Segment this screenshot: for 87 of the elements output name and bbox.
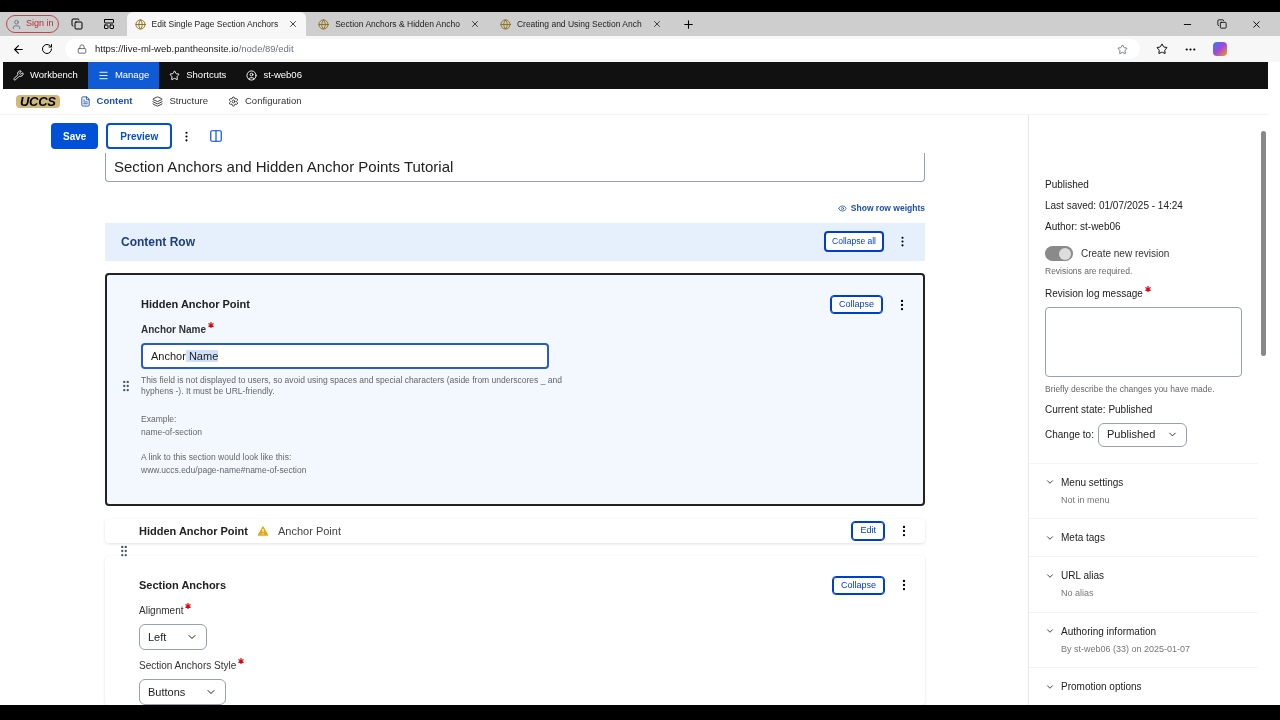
- close-tab-icon[interactable]: [651, 19, 662, 29]
- link-hint: A link to this section would look like this:: [141, 450, 293, 464]
- uccs-logo[interactable]: UCCS: [16, 95, 60, 108]
- revision-log-textarea[interactable]: [1045, 306, 1242, 377]
- gear-icon: [228, 96, 239, 107]
- paragraph-title: Section Anchors: [139, 578, 226, 593]
- chevron-down-icon: [1045, 477, 1055, 487]
- section-summary: By st-web06 (33) on 2025-01-07: [1061, 642, 1192, 656]
- save-button[interactable]: Save: [51, 123, 99, 149]
- chevron-down-icon: [1045, 626, 1055, 636]
- section-toggle[interactable]: Menu settings: [1045, 474, 1242, 490]
- content-row-title: Content Row: [121, 233, 195, 251]
- star-icon[interactable]: [1117, 43, 1128, 55]
- toggle-label: Create new revision: [1081, 247, 1170, 261]
- section-toggle[interactable]: Authoring information: [1045, 623, 1242, 639]
- user-icon: [246, 70, 258, 81]
- layers-icon: [152, 96, 164, 107]
- section-summary: No alias: [1061, 587, 1095, 600]
- log-label: Revision log message: [1045, 285, 1242, 301]
- toolbar-tab[interactable]: Shortcuts: [159, 62, 237, 89]
- collapse-button[interactable]: Collapse: [831, 575, 885, 595]
- tab-title: Section Anchors & Hidden Ancho: [335, 17, 460, 31]
- toolbar-tab[interactable]: Workbench: [3, 62, 88, 89]
- paragraph-title: Hidden Anchor Point: [141, 297, 250, 313]
- eye-icon: [837, 203, 847, 213]
- log-description: Briefly describe the changes you have made.: [1045, 382, 1216, 396]
- star-icon: [169, 70, 181, 81]
- document-icon: [79, 96, 91, 107]
- tab-actions-icon[interactable]: [102, 18, 115, 30]
- field-label: Section Anchors Style: [139, 658, 891, 673]
- wrench-icon: [13, 70, 24, 81]
- browser-tab[interactable]: Edit Single Page Section Anchors: [126, 12, 307, 36]
- show-row-weights-link[interactable]: Show row weights: [837, 202, 925, 215]
- tab-title: Creating and Using Section Anch: [516, 17, 642, 31]
- nav-tab[interactable]: Structure: [152, 94, 208, 109]
- collapse-button[interactable]: Collapse: [829, 294, 883, 315]
- revision-toggle[interactable]: [1045, 246, 1073, 261]
- user-icon: [11, 18, 22, 30]
- example-text: name-of-section: [141, 426, 203, 439]
- sidebar-toggle-icon[interactable]: [209, 129, 224, 143]
- section-toggle[interactable]: Meta tags: [1045, 530, 1242, 545]
- title-field[interactable]: Section Anchors and Hidden Anchor Points Tutorial: [105, 153, 925, 182]
- browser-tab[interactable]: Section Anchors & Hidden Ancho: [310, 12, 488, 36]
- collections-icon[interactable]: [70, 18, 83, 30]
- tab-title: Edit Single Page Section Anchors: [151, 17, 279, 31]
- back-icon[interactable]: [12, 42, 25, 56]
- globe-icon: [134, 18, 146, 30]
- status-text: Published: [1045, 178, 1090, 192]
- author-text: Author: st-web06: [1045, 220, 1122, 234]
- collapse-all-button[interactable]: Collapse all: [824, 231, 884, 253]
- reload-icon[interactable]: [41, 43, 53, 55]
- restore-icon[interactable]: [1217, 18, 1227, 29]
- example-label: Example:: [141, 413, 178, 426]
- browser-tab[interactable]: Creating and Using Section Anch: [491, 12, 670, 36]
- current-state-text: Current state: Published: [1045, 402, 1154, 417]
- state-dropdown[interactable]: Published: [1097, 422, 1188, 447]
- close-tab-icon[interactable]: [288, 19, 299, 29]
- globe-icon: [499, 18, 511, 30]
- globe-icon: [318, 18, 330, 30]
- field-label: Alignment: [139, 603, 891, 618]
- nav-tab[interactable]: Content: [79, 94, 133, 109]
- address-bar[interactable]: https://live-ml-web.pantheonsite.io/node/89/edit: [65, 39, 1140, 59]
- lock-icon: [77, 44, 87, 54]
- favorites-icon[interactable]: [1156, 43, 1168, 55]
- nav-tab[interactable]: Configuration: [228, 94, 302, 109]
- field-description: This field is not displayed to users, so avoid using spaces and special characters (aside from underscores _ and hyphens -). It must be URL-friendly.: [141, 375, 563, 398]
- toolbar-tab[interactable]: st-web06: [236, 62, 312, 89]
- link-example: www.uccs.edu/page-name#name-of-section: [141, 463, 308, 477]
- preview-button[interactable]: Preview: [106, 123, 173, 149]
- close-tab-icon[interactable]: [469, 19, 480, 29]
- paragraph-summary: Anchor Point: [278, 523, 341, 539]
- new-tab-icon[interactable]: [681, 17, 695, 31]
- section-summary: Not in menu: [1061, 493, 1111, 507]
- paragraph-title: Hidden Anchor Point: [139, 523, 248, 539]
- anchor-name-field[interactable]: Anchor Name: [141, 343, 549, 370]
- change-to-label: Change to:: [1045, 428, 1094, 442]
- url-text: https://live-ml-web.pantheonsite.io/node/89/edit: [95, 41, 294, 56]
- last-saved-text: Last saved: 01/07/2025 - 14:24: [1045, 199, 1184, 213]
- field-label: Anchor Name: [141, 322, 889, 338]
- revision-note: Revisions are required.: [1045, 265, 1134, 278]
- section-toggle[interactable]: URL alias: [1045, 568, 1242, 583]
- select-dropdown[interactable]: Left: [139, 624, 208, 650]
- menu-icon: [97, 70, 109, 81]
- toolbar-tab[interactable]: Manage: [87, 62, 160, 89]
- section-toggle[interactable]: Promotion options: [1045, 679, 1242, 694]
- close-icon[interactable]: [1251, 18, 1262, 30]
- edit-button[interactable]: Edit: [851, 521, 885, 541]
